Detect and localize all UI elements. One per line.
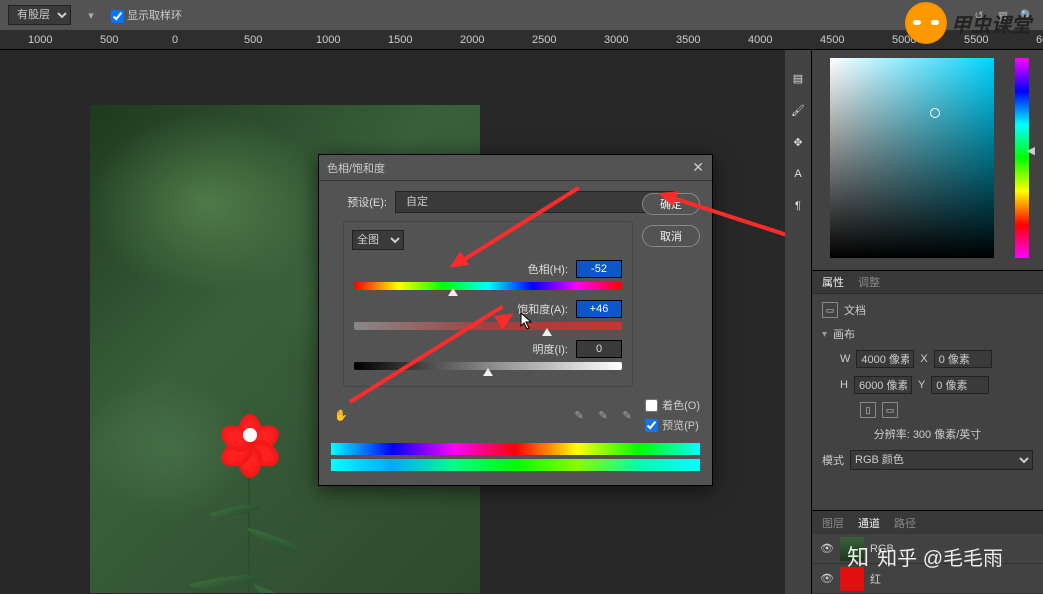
mode-label: 模式 xyxy=(822,452,844,468)
hue-saturation-dialog: 色相/饱和度 ✕ 预设(E): 自定 ⚙ 确定 取消 全图 xyxy=(318,154,713,486)
landscape-icon[interactable]: ▭ xyxy=(882,402,898,418)
portrait-icon[interactable]: ▯ xyxy=(860,402,876,418)
dialog-titlebar[interactable]: 色相/饱和度 ✕ xyxy=(319,155,712,181)
watermark: 知知乎 @毛毛雨 xyxy=(847,540,1003,572)
type-icon[interactable]: A xyxy=(790,166,806,182)
canvas-section[interactable]: 画布 xyxy=(833,326,855,342)
layer-select[interactable]: 有股层 xyxy=(8,5,71,25)
dialog-title-text: 色相/饱和度 xyxy=(327,160,385,176)
width-field[interactable] xyxy=(856,350,914,368)
channel-select[interactable]: 全图 xyxy=(352,230,404,250)
hue-value[interactable] xyxy=(576,260,622,278)
brand-logo: 甲虫课堂 xyxy=(905,2,1031,44)
tab-adjustments[interactable]: 调整 xyxy=(858,274,880,290)
spectrum-before xyxy=(331,443,700,455)
swatch-icon[interactable]: ▤ xyxy=(790,70,806,86)
mode-select[interactable]: RGB 颜色 xyxy=(850,450,1033,470)
slider-group: 全图 色相(H): 饱和度(A): 明度(I): xyxy=(343,221,633,387)
tab-properties[interactable]: 属性 xyxy=(822,274,844,290)
height-field[interactable] xyxy=(854,376,912,394)
ok-button[interactable]: 确定 xyxy=(642,193,700,215)
y-field[interactable] xyxy=(931,376,989,394)
spectrum-after xyxy=(331,459,700,471)
opts-chevron[interactable]: ▾ xyxy=(83,7,99,23)
hue-slider[interactable] xyxy=(354,282,622,290)
ruler-horizontal: 1000500050010001500200025003000350040004… xyxy=(0,30,1043,50)
document-icon: ▭ xyxy=(822,302,838,318)
lig-slider[interactable] xyxy=(354,362,622,370)
resolution-label: 分辨率: 300 像素/英寸 xyxy=(874,426,982,442)
doc-label: 文档 xyxy=(844,302,866,318)
hue-label: 色相(H): xyxy=(528,261,568,277)
properties-panel: ▭文档 ▾ 画布 W X H Y ▯ ▭ 分辨率: 300 像素/英寸 模式RG… xyxy=(812,294,1043,510)
lig-value[interactable] xyxy=(576,340,622,358)
close-icon[interactable]: ✕ xyxy=(692,159,704,176)
brush-icon[interactable]: 🖌 xyxy=(790,102,806,118)
right-panels: ◀ 属性 调整 ▭文档 ▾ 画布 W X H Y ▯ ▭ 分辨率: 300 像素… xyxy=(811,50,1043,594)
lig-label: 明度(I): xyxy=(533,341,568,357)
eyedropper-minus-icon[interactable]: ✎ xyxy=(619,407,635,423)
preset-select[interactable]: 自定 xyxy=(395,191,676,213)
x-field[interactable] xyxy=(934,350,992,368)
options-bar: 有股层 ▾ 显示取样环 ↺ ▦ 🔍 xyxy=(0,0,1043,30)
visibility-icon[interactable]: 👁 xyxy=(820,572,834,585)
colorize-check[interactable]: 着色(O) xyxy=(645,397,700,413)
sat-label: 饱和度(A): xyxy=(517,301,568,317)
preview-check[interactable]: 预览(P) xyxy=(645,417,700,433)
tab-layers[interactable]: 图层 xyxy=(822,515,844,531)
hand-icon[interactable]: ✋ xyxy=(331,405,351,425)
paragraph-icon[interactable]: ¶ xyxy=(790,198,806,214)
preset-label: 预设(E): xyxy=(331,194,387,210)
cancel-button[interactable]: 取消 xyxy=(642,225,700,247)
color-picker-panel[interactable]: ◀ xyxy=(812,50,1043,270)
side-toolbar: ▤ 🖌 ✥ A ¶ xyxy=(785,50,811,594)
sat-value[interactable] xyxy=(576,300,622,318)
tab-channels[interactable]: 通道 xyxy=(858,515,880,531)
sat-slider[interactable] xyxy=(354,322,622,330)
tab-paths[interactable]: 路径 xyxy=(894,515,916,531)
eyedropper-icon[interactable]: ✎ xyxy=(571,407,587,423)
eyedropper-plus-icon[interactable]: ✎ xyxy=(595,407,611,423)
visibility-icon[interactable]: 👁 xyxy=(820,542,834,555)
show-ring-check[interactable]: 显示取样环 xyxy=(111,7,182,23)
history-icon[interactable]: ✥ xyxy=(790,134,806,150)
canvas-area[interactable]: 色相/饱和度 ✕ 预设(E): 自定 ⚙ 确定 取消 全图 xyxy=(0,50,785,594)
